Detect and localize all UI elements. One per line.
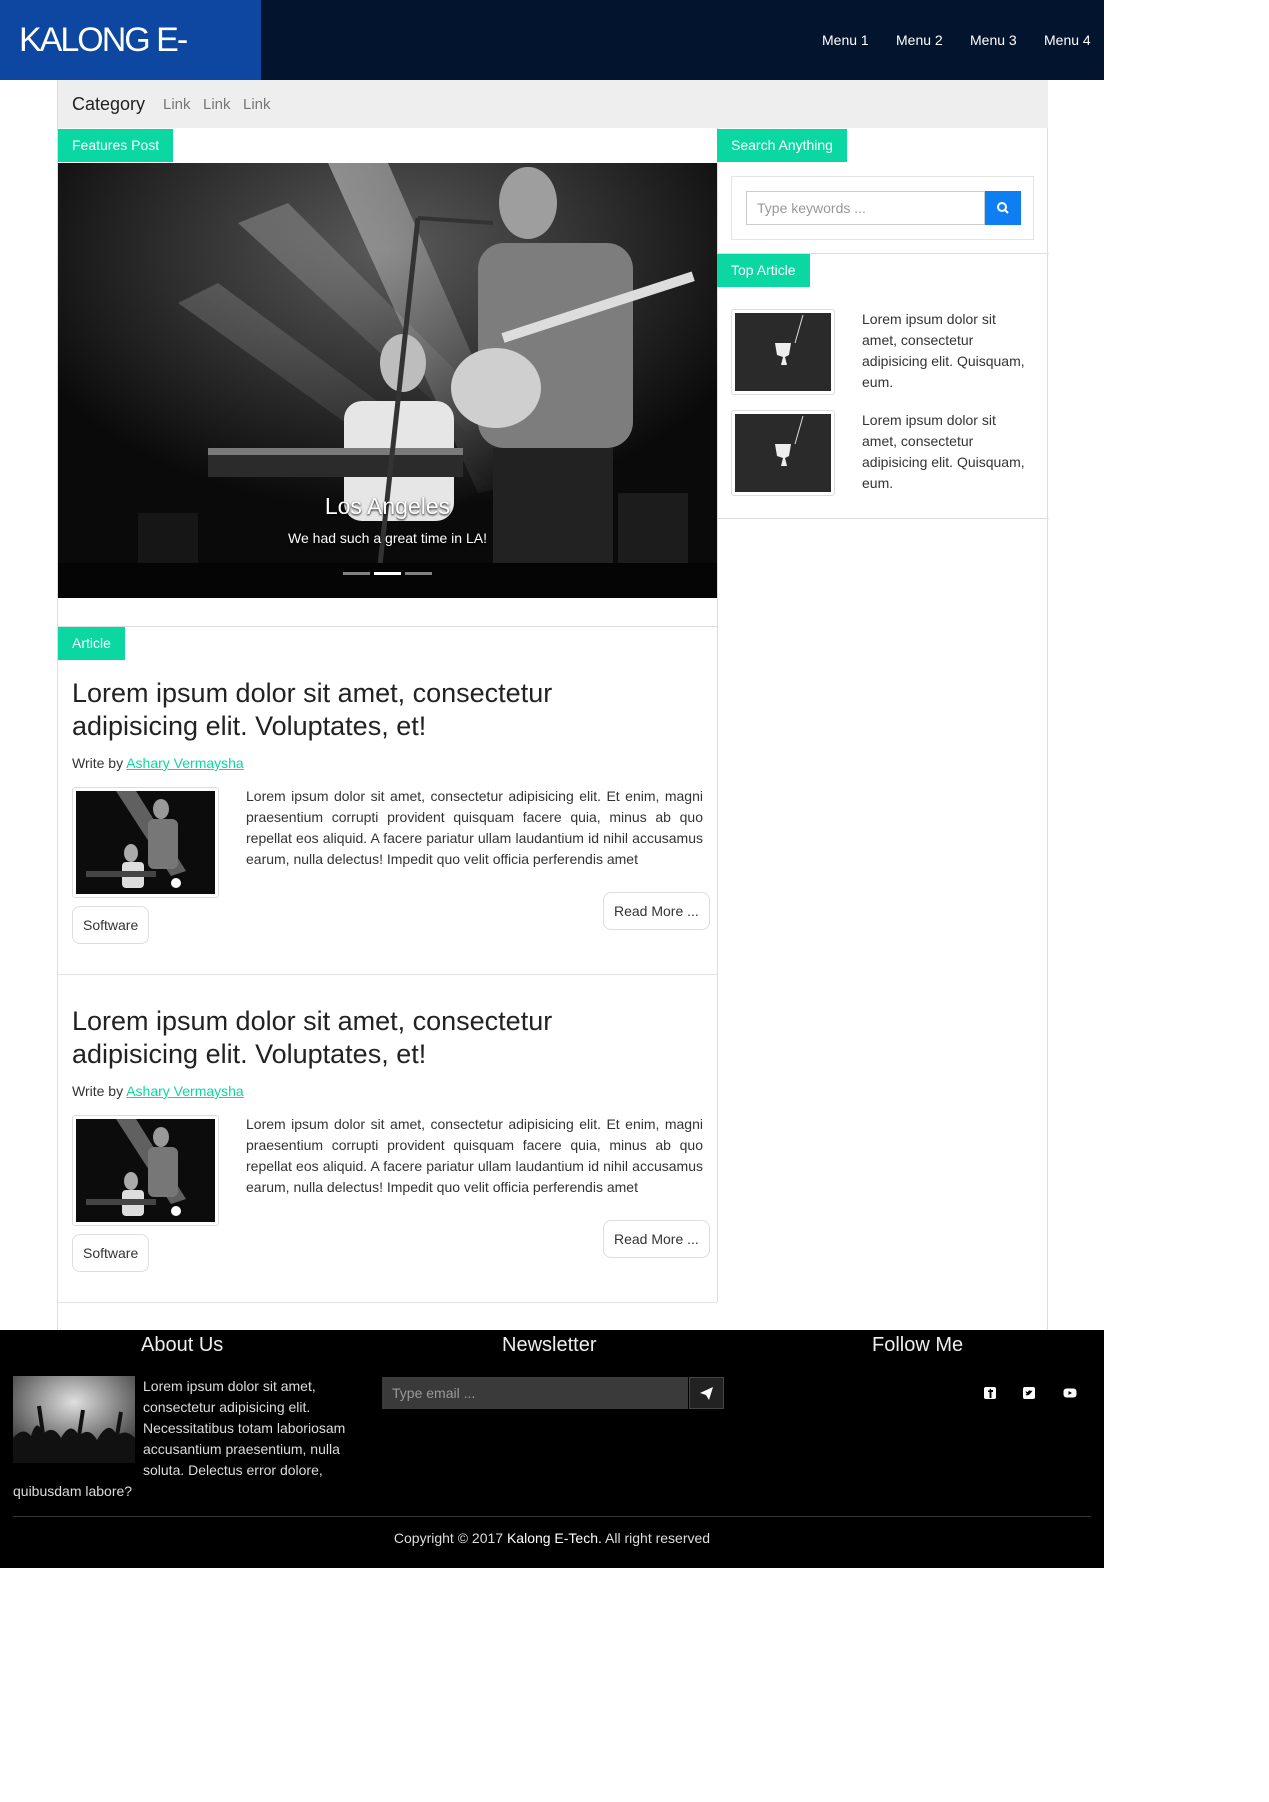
article-author-line: Write by Ashary Vermaysha — [72, 755, 244, 771]
article-author-line: Write by Ashary Vermaysha — [72, 1083, 244, 1099]
article-tag: Article — [58, 627, 125, 660]
nav-menu-3[interactable]: Menu 3 — [970, 0, 1017, 80]
newsletter-heading: Newsletter — [502, 1334, 597, 1356]
article-separator — [58, 974, 717, 975]
copyright-suffix: All right reserved — [605, 1530, 711, 1546]
article-title[interactable]: Lorem ipsum dolor sit amet, consectetur … — [72, 677, 632, 743]
author-link[interactable]: Ashary Vermaysha — [126, 755, 244, 771]
article-thumbnail[interactable] — [72, 787, 219, 898]
search-input[interactable]: Type keywords ... — [746, 191, 985, 225]
nav-menu-2[interactable]: Menu 2 — [896, 0, 943, 80]
carousel-indicator-1[interactable] — [343, 572, 370, 575]
category-badge-software[interactable]: Software — [72, 906, 150, 944]
paper-plane-icon — [700, 1387, 713, 1400]
category-title[interactable]: Category — [72, 94, 145, 115]
article-excerpt: Lorem ipsum dolor sit amet, consectetur … — [246, 1116, 703, 1195]
top-navbar: KALONG E- TECH Menu 1 Menu 2 Menu 3 Menu… — [0, 0, 1104, 139]
category-link-2[interactable]: Link — [203, 96, 231, 113]
newsletter-send-button[interactable] — [689, 1377, 724, 1409]
category-badge-software[interactable]: Software — [72, 1234, 150, 1272]
nav-menu-4[interactable]: Menu 4 — [1044, 0, 1091, 80]
author-link[interactable]: Ashary Vermaysha — [126, 1083, 244, 1099]
write-by-label: Write by — [72, 755, 124, 771]
write-by-label: Write by — [72, 1083, 124, 1099]
article-image — [76, 1119, 215, 1222]
copyright-text: Copyright © 2017 Kalong E-Tech. All righ… — [0, 1530, 1104, 1546]
main-container: Category Link Link Link Features Post Lo… — [57, 80, 1049, 1330]
search-button[interactable] — [985, 191, 1021, 225]
category-link-1[interactable]: Link — [163, 96, 191, 113]
read-more-button[interactable]: Read More ... — [603, 1220, 710, 1258]
about-us-image — [13, 1376, 143, 1463]
search-icon — [997, 202, 1009, 214]
youtube-icon[interactable] — [1063, 1386, 1077, 1400]
top-article-text[interactable]: Lorem ipsum dolor sit amet, consectetur … — [862, 309, 1034, 393]
about-us-block: Lorem ipsum dolor sit amet, consectetur … — [13, 1376, 358, 1502]
copyright-prefix: Copyright © 2017 — [393, 1530, 504, 1546]
article-thumbnail[interactable] — [72, 1115, 219, 1226]
search-panel: Type keywords ... — [731, 176, 1034, 240]
top-article-text[interactable]: Lorem ipsum dolor sit amet, consectetur … — [862, 410, 1034, 494]
brand-logo[interactable]: KALONG E- TECH — [0, 0, 261, 139]
category-bar: Category Link Link Link — [58, 80, 1048, 128]
top-article-thumbnail[interactable] — [731, 410, 835, 496]
carousel-caption-text: We had such a great time in LA! — [288, 530, 487, 546]
twitter-icon[interactable] — [1022, 1386, 1036, 1400]
copyright-brand[interactable]: Kalong E-Tech. — [507, 1530, 602, 1546]
footer-separator — [13, 1516, 1091, 1517]
article-separator — [58, 1302, 717, 1303]
top-article-thumbnail[interactable] — [731, 309, 835, 395]
top-article-tag: Top Article — [717, 254, 810, 287]
carousel-indicator-2[interactable] — [374, 572, 401, 575]
article-title[interactable]: Lorem ipsum dolor sit amet, consectetur … — [72, 1005, 632, 1071]
sidebar-separator — [717, 518, 1049, 519]
top-article-image — [735, 313, 831, 391]
carousel-indicator-3[interactable] — [405, 572, 432, 575]
about-us-heading: About Us — [141, 1334, 224, 1356]
article-card: Lorem ipsum dolor sit amet, consectetur … — [58, 1005, 717, 1302]
search-anything-tag: Search Anything — [717, 129, 847, 162]
site-footer: About Us Newsletter Follow Me Lorem ipsu… — [0, 1330, 1104, 1568]
newsletter-email-input[interactable]: Type email ... — [382, 1377, 688, 1409]
facebook-icon[interactable] — [983, 1386, 997, 1400]
article-card: Lorem ipsum dolor sit amet, consectetur … — [58, 677, 717, 974]
features-carousel[interactable]: Los Angeles We had such a great time in … — [58, 163, 717, 598]
nav-menu-1[interactable]: Menu 1 — [822, 0, 869, 80]
column-divider — [717, 128, 718, 1302]
section-divider — [58, 626, 717, 627]
category-link-3[interactable]: Link — [243, 96, 271, 113]
top-article-image — [735, 414, 831, 492]
carousel-caption-title: Los Angeles — [324, 493, 451, 519]
article-image — [76, 791, 215, 894]
features-post-tag: Features Post — [58, 129, 174, 162]
read-more-button[interactable]: Read More ... — [603, 892, 710, 930]
article-excerpt: Lorem ipsum dolor sit amet, consectetur … — [246, 788, 703, 867]
follow-me-heading: Follow Me — [872, 1334, 964, 1356]
